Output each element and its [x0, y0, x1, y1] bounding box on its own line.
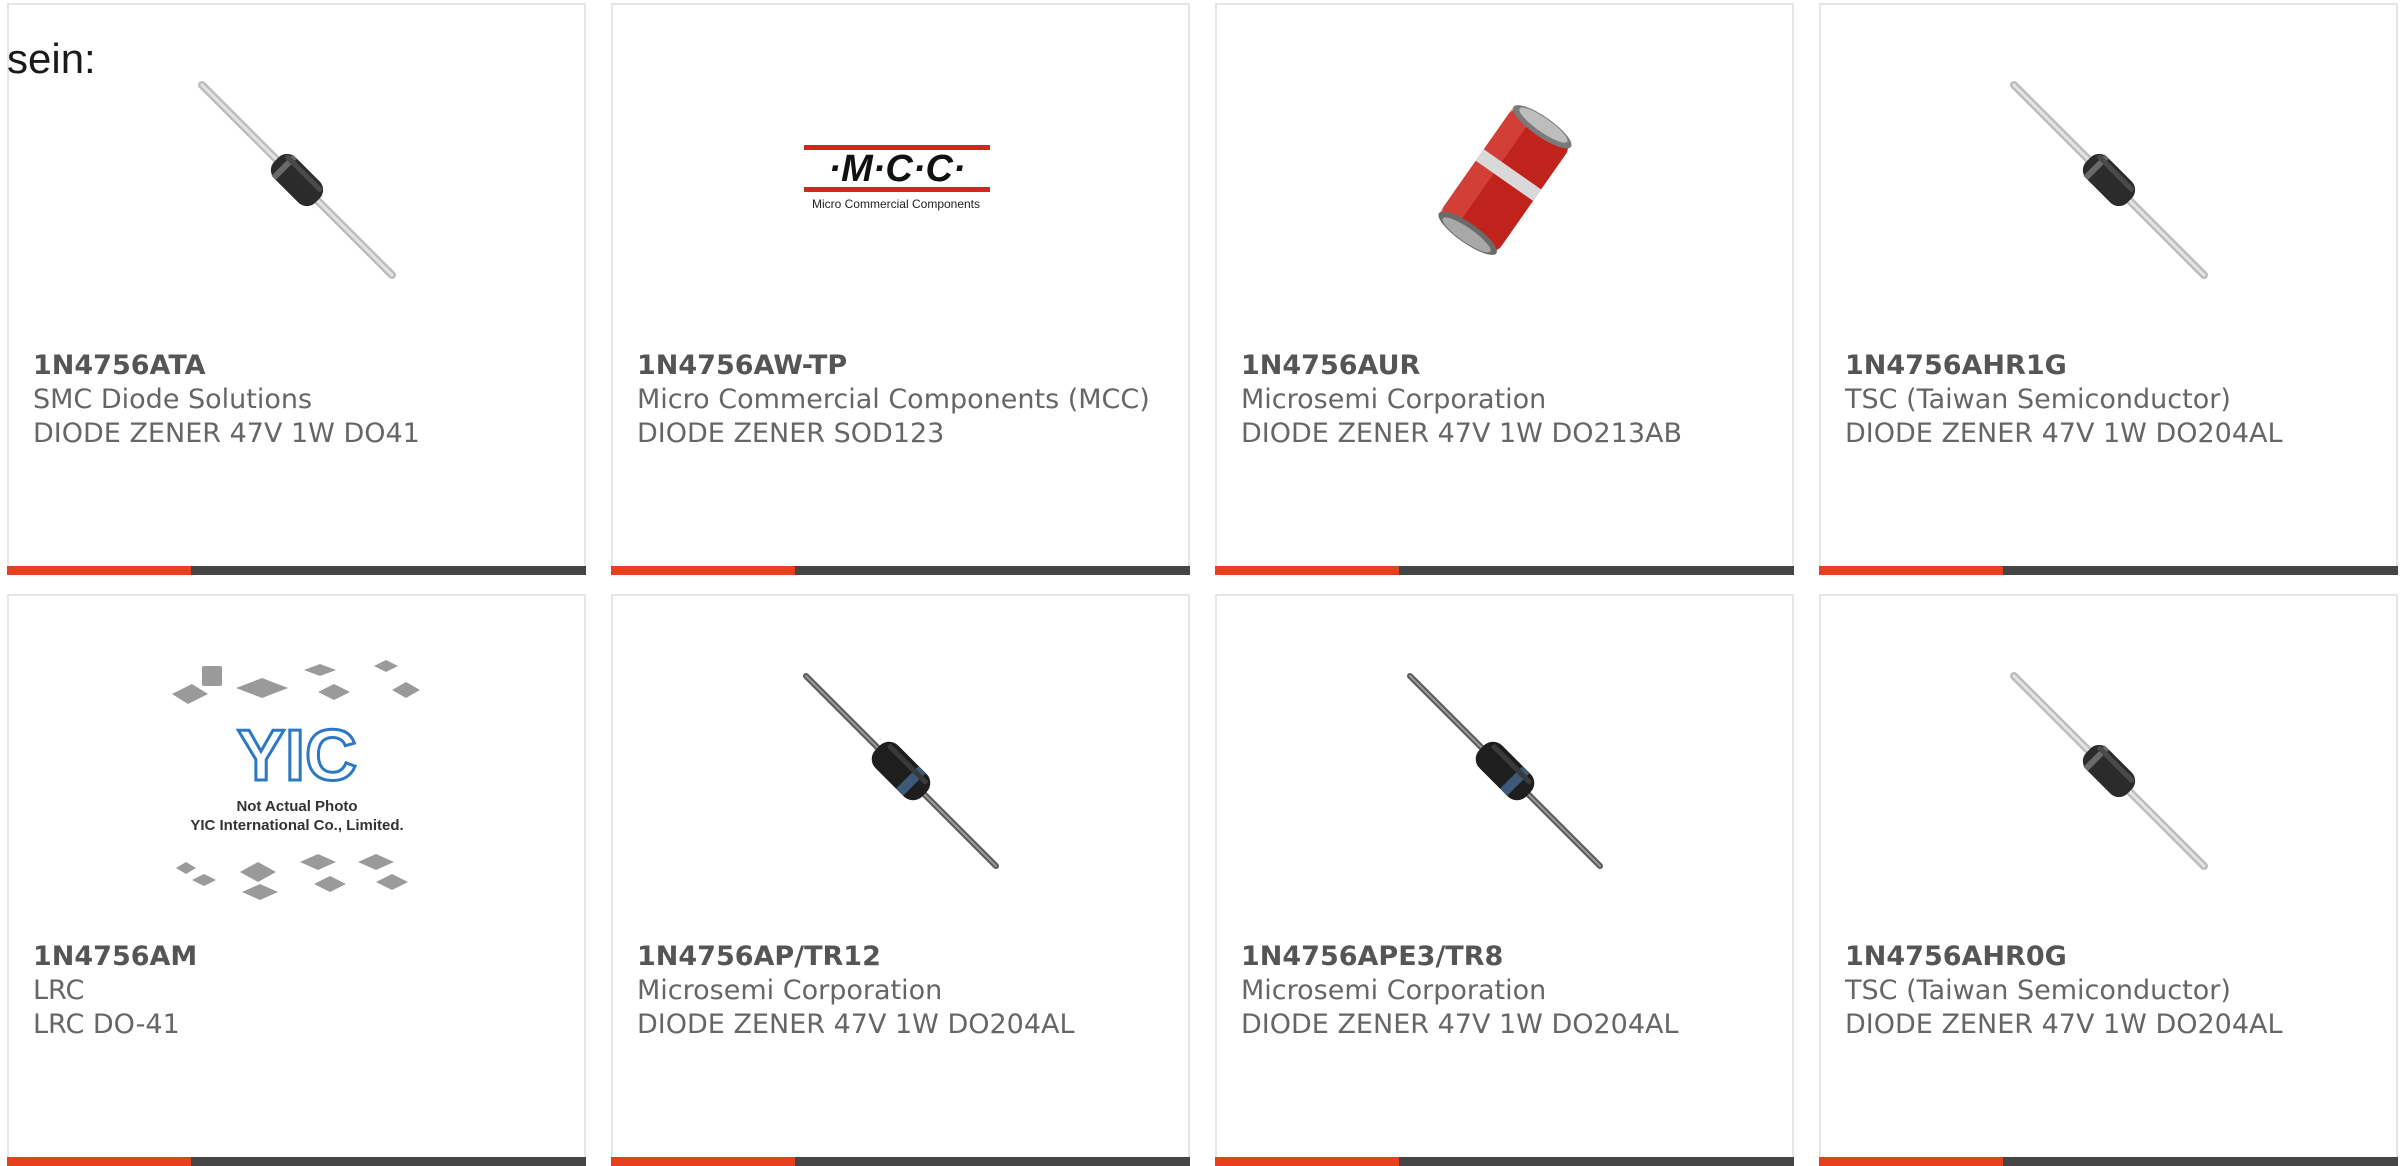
product-image: YIC Not Actual Photo YIC International C…: [162, 656, 432, 906]
card-bottom-bar: [1215, 1157, 1794, 1166]
description: DIODE ZENER 47V 1W DO41: [33, 418, 420, 449]
card-bottom-bar: [7, 1157, 586, 1166]
product-card[interactable]: YIC Not Actual Photo YIC International C…: [7, 594, 586, 1166]
part-number[interactable]: 1N4756AP/TR12: [637, 940, 1170, 974]
part-number[interactable]: 1N4756APE3/TR8: [1241, 940, 1774, 974]
card-bottom-bar: [1819, 1157, 2398, 1166]
melf-diode-red-icon: [1437, 105, 1572, 255]
product-info: 1N4756AHR0G TSC (Taiwan Semiconductor) D…: [1845, 940, 2378, 1042]
manufacturer: Microsemi Corporation: [637, 975, 943, 1006]
description: DIODE ZENER 47V 1W DO204AL: [637, 1009, 1075, 1040]
description: DIODE ZENER 47V 1W DO204AL: [1845, 418, 2283, 449]
product-info: 1N4756AUR Microsemi Corporation DIODE ZE…: [1241, 349, 1774, 451]
product-info: 1N4756APE3/TR8 Microsemi Corporation DIO…: [1241, 940, 1774, 1042]
part-number[interactable]: 1N4756AUR: [1241, 349, 1774, 383]
mcc-logo-subtext: Micro Commercial Components: [811, 197, 979, 211]
card-bottom-bar: [611, 566, 1190, 575]
product-image: [2004, 75, 2214, 285]
card-accent: [611, 1157, 795, 1166]
yic-company-name: YIC International Co., Limited.: [190, 817, 403, 834]
description: DIODE ZENER 47V 1W DO204AL: [1241, 1009, 1679, 1040]
manufacturer: LRC: [33, 975, 85, 1006]
yic-not-actual-photo: Not Actual Photo: [236, 798, 357, 815]
yic-logo-text: YIC: [236, 716, 356, 796]
product-info: 1N4756AP/TR12 Microsemi Corporation DIOD…: [637, 940, 1170, 1042]
product-grid: 1N4756ATA SMC Diode Solutions DIODE ZENE…: [7, 3, 2400, 1166]
product-info: 1N4756ATA SMC Diode Solutions DIODE ZENE…: [33, 349, 566, 451]
product-info: 1N4756AW-TP Micro Commercial Components …: [637, 349, 1170, 451]
card-accent: [1215, 566, 1399, 575]
manufacturer: Micro Commercial Components (MCC): [637, 384, 1150, 415]
manufacturer: SMC Diode Solutions: [33, 384, 313, 415]
card-accent: [7, 566, 191, 575]
axial-diode-dark-icon: [802, 673, 999, 869]
product-info: 1N4756AM LRC LRC DO-41: [33, 940, 566, 1042]
card-accent: [611, 566, 795, 575]
part-number[interactable]: 1N4756AHR0G: [1845, 940, 2378, 974]
product-image: [2004, 666, 2214, 876]
product-image: ·M·C·C· Micro Commercial Components: [796, 75, 1006, 285]
card-accent: [1819, 1157, 2003, 1166]
description: DIODE ZENER 47V 1W DO204AL: [1845, 1009, 2283, 1040]
part-number[interactable]: 1N4756AM: [33, 940, 566, 974]
product-image: [1400, 666, 1610, 876]
axial-diode-gray-icon: [2009, 672, 2208, 870]
product-card[interactable]: 1N4756AUR Microsemi Corporation DIODE ZE…: [1215, 3, 1794, 575]
yic-placeholder-icon: YIC Not Actual Photo YIC International C…: [171, 660, 420, 900]
part-number[interactable]: 1N4756ATA: [33, 349, 566, 383]
product-card[interactable]: 1N4756ATA SMC Diode Solutions DIODE ZENE…: [7, 3, 586, 575]
product-card[interactable]: 1N4756AHR1G TSC (Taiwan Semiconductor) D…: [1819, 3, 2398, 575]
axial-diode-gray-icon: [197, 81, 396, 279]
card-bottom-bar: [7, 566, 586, 575]
product-card[interactable]: 1N4756APE3/TR8 Microsemi Corporation DIO…: [1215, 594, 1794, 1166]
product-image: [192, 75, 402, 285]
axial-diode-dark-icon: [1406, 673, 1603, 869]
description: DIODE ZENER 47V 1W DO213AB: [1241, 418, 1683, 449]
card-accent: [1215, 1157, 1399, 1166]
product-image: [1400, 75, 1610, 285]
manufacturer: Microsemi Corporation: [1241, 384, 1547, 415]
card-bottom-bar: [1215, 566, 1794, 575]
product-card[interactable]: 1N4756AHR0G TSC (Taiwan Semiconductor) D…: [1819, 594, 2398, 1166]
intro-text: sein:: [7, 35, 96, 82]
card-bottom-bar: [1819, 566, 2398, 575]
card-accent: [7, 1157, 191, 1166]
product-card[interactable]: 1N4756AP/TR12 Microsemi Corporation DIOD…: [611, 594, 1190, 1166]
part-number[interactable]: 1N4756AW-TP: [637, 349, 1170, 383]
manufacturer: TSC (Taiwan Semiconductor): [1845, 384, 2231, 415]
mcc-logo-text: ·M·C·C·: [828, 148, 965, 190]
product-card[interactable]: ·M·C·C· Micro Commercial Components 1N47…: [611, 3, 1190, 575]
card-bottom-bar: [611, 1157, 1190, 1166]
card-accent: [1819, 566, 2003, 575]
product-info: 1N4756AHR1G TSC (Taiwan Semiconductor) D…: [1845, 349, 2378, 451]
axial-diode-gray-icon: [2009, 81, 2208, 279]
manufacturer: Microsemi Corporation: [1241, 975, 1547, 1006]
mcc-logo-icon: ·M·C·C· Micro Commercial Components: [803, 145, 990, 211]
product-image: [796, 666, 1006, 876]
description: DIODE ZENER SOD123: [637, 418, 945, 449]
description: LRC DO-41: [33, 1009, 180, 1040]
part-number[interactable]: 1N4756AHR1G: [1845, 349, 2378, 383]
manufacturer: TSC (Taiwan Semiconductor): [1845, 975, 2231, 1006]
